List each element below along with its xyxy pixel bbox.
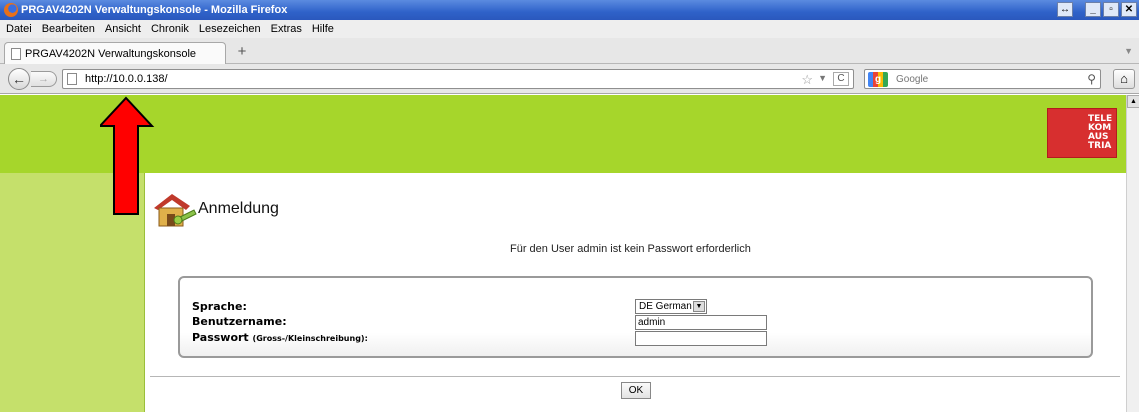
menu-item-bearbeiten[interactable]: Bearbeiten	[42, 23, 95, 35]
page-header	[0, 95, 1126, 173]
web-page: TELE KOM AUS TRIA Anmeldung Für den User…	[0, 95, 1126, 412]
username-label: Benutzername:	[192, 315, 287, 328]
scroll-up-icon[interactable]: ▲	[1127, 95, 1139, 108]
new-tab-button[interactable]: +	[232, 44, 252, 62]
window-title: PRGAV4202N Verwaltungskonsole - Mozilla …	[21, 4, 288, 16]
red-arrow-annotation	[100, 96, 155, 215]
language-label: Sprache:	[192, 300, 247, 313]
bookmark-star-icon[interactable]: ☆	[801, 72, 813, 88]
address-bar[interactable]: ☆ ▼ C	[62, 69, 854, 89]
tab-title: PRGAV4202N Verwaltungskonsole	[25, 47, 197, 60]
search-icon[interactable]: ⚲	[1087, 72, 1096, 86]
window-controls: ↔ _ ▫ ✕	[1057, 2, 1137, 17]
back-button[interactable]: ←	[8, 68, 30, 90]
page-title: Anmeldung	[198, 200, 279, 217]
window-title-bar: PRGAV4202N Verwaltungskonsole - Mozilla …	[0, 0, 1139, 20]
maximize-button[interactable]: ▫	[1103, 2, 1119, 17]
menu-item-extras[interactable]: Extras	[271, 23, 302, 35]
restore-icon[interactable]: ↔	[1057, 2, 1073, 17]
page-icon	[11, 47, 21, 60]
menu-item-chronik[interactable]: Chronik	[151, 23, 189, 35]
forward-button[interactable]: →	[31, 71, 57, 87]
minimize-button[interactable]: _	[1085, 2, 1101, 17]
language-select[interactable]: DE German ▼	[635, 299, 707, 314]
history-dropdown-icon[interactable]: ▼	[818, 73, 827, 83]
firefox-icon	[4, 3, 18, 17]
tab-bar: PRGAV4202N Verwaltungskonsole + ▼	[0, 38, 1139, 64]
tab-verwaltungskonsole[interactable]: PRGAV4202N Verwaltungskonsole	[4, 42, 226, 64]
menu-bar: Datei Bearbeiten Ansicht Chronik Lesezei…	[0, 20, 1139, 38]
reload-icon[interactable]: C	[833, 72, 849, 86]
menu-item-hilfe[interactable]: Hilfe	[312, 23, 334, 35]
password-label: Passwort (Gross-/Kleinschreibung):	[192, 331, 368, 344]
chevron-down-icon[interactable]: ▼	[693, 301, 705, 312]
logo-text: TELE KOM AUS TRIA	[1088, 114, 1113, 151]
password-notice: Für den User admin ist kein Passwort erf…	[510, 243, 751, 255]
home-button[interactable]: ⌂	[1113, 69, 1135, 89]
navigation-bar: ← → ☆ ▼ C g ⚲ ⌂	[0, 64, 1139, 94]
password-hint: (Gross-/Kleinschreibung):	[252, 334, 368, 343]
telekom-austria-logo: TELE KOM AUS TRIA	[1047, 108, 1117, 158]
password-label-text: Passwort	[192, 331, 249, 344]
page-icon	[67, 73, 77, 85]
url-input[interactable]	[85, 73, 785, 85]
menu-item-lesezeichen[interactable]: Lesezeichen	[199, 23, 261, 35]
vertical-scrollbar[interactable]: ▲	[1126, 95, 1139, 412]
menu-item-datei[interactable]: Datei	[6, 23, 32, 35]
divider-line	[150, 376, 1120, 377]
search-input[interactable]	[896, 73, 1046, 85]
menu-item-ansicht[interactable]: Ansicht	[105, 23, 141, 35]
close-button[interactable]: ✕	[1121, 2, 1137, 17]
search-bar[interactable]: g ⚲	[864, 69, 1101, 89]
ok-button[interactable]: OK	[621, 382, 651, 399]
language-value: DE German	[639, 301, 692, 312]
tab-list-icon[interactable]: ▼	[1124, 46, 1133, 56]
username-field[interactable]	[635, 315, 767, 330]
password-field[interactable]	[635, 331, 767, 346]
google-icon[interactable]: g	[868, 71, 888, 87]
